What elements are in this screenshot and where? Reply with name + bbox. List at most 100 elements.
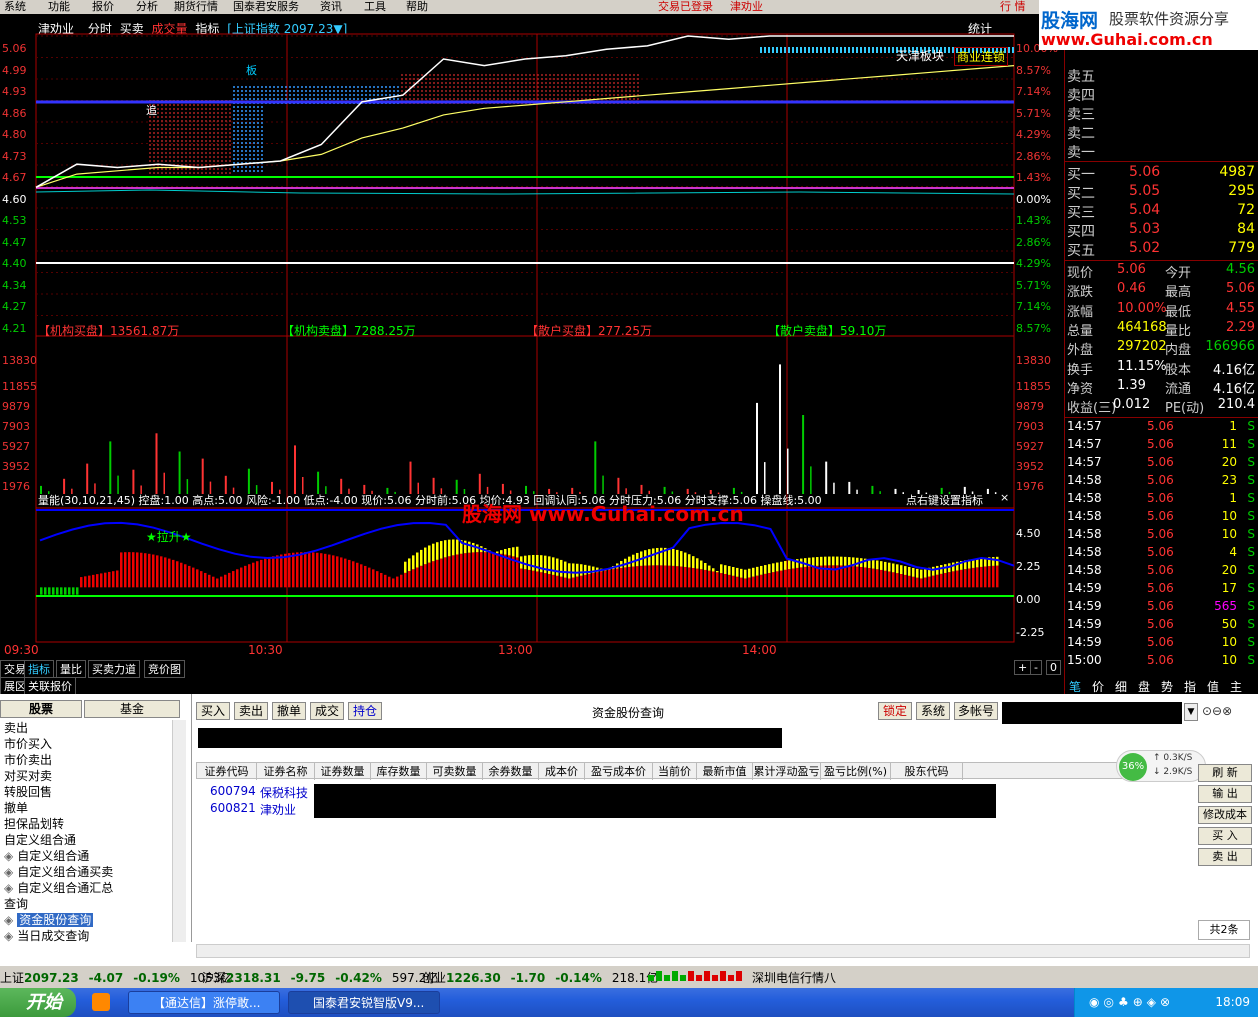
tree-scrollbar[interactable] (172, 720, 186, 942)
horizontal-scrollbar[interactable] (196, 944, 1250, 958)
tick-time: 15:00 (1067, 653, 1102, 667)
menu-news[interactable]: 资讯 (320, 0, 342, 14)
table-row[interactable]: 600794 保税科技 (196, 784, 314, 801)
tree-tab-stock[interactable]: 股票 (0, 700, 82, 718)
index-sz[interactable]: 沪深2318.31 -9.75 -0.42% 597.2亿 (202, 969, 438, 986)
tree-item[interactable]: ◈ 自定义组合通 (4, 848, 89, 864)
window-controls[interactable]: ⊙⊖⊗ (1202, 704, 1232, 718)
side-button[interactable]: 修改成本 (1198, 806, 1252, 824)
menu-quote[interactable]: 报价 (92, 0, 114, 14)
tree-item[interactable]: ◈ 自定义组合通买卖 (4, 864, 113, 880)
tree-item[interactable]: ◈ 资金股份查询 (4, 912, 94, 928)
column-header[interactable]: 最新市值 (697, 763, 753, 780)
buy-row[interactable]: 买三 5.04 72 (1067, 202, 1257, 221)
tree-item[interactable]: 对买对卖 (4, 768, 52, 784)
quote-tab[interactable]: 主 (1230, 678, 1242, 695)
zoom-in-button[interactable]: + (1014, 660, 1032, 675)
side-button[interactable]: 卖 出 (1198, 848, 1252, 866)
buy-row[interactable]: 买一 5.06 4987 (1067, 164, 1257, 183)
indicator-bar (460, 553, 463, 588)
right-button[interactable]: 多帐号 (954, 702, 998, 720)
tray-icons[interactable]: ◉◎♣⊕◈⊗ (1089, 995, 1174, 1009)
indicator-hint[interactable]: 点右键设置指标 (906, 492, 983, 508)
buy-row[interactable]: 买二 5.05 295 (1067, 183, 1257, 202)
tree-item[interactable]: 市价买入 (4, 736, 52, 752)
column-header[interactable]: 累计浮动盈亏 (753, 763, 821, 780)
btab-indicator[interactable]: 指标 (24, 660, 54, 678)
tree-item[interactable]: 担保品划转 (4, 816, 64, 832)
zoom-out-button[interactable]: - (1030, 660, 1042, 675)
menu-help[interactable]: 帮助 (406, 0, 428, 14)
btab-auction[interactable]: 竞价图 (144, 660, 185, 678)
quote-tab[interactable]: 笔 (1069, 678, 1081, 695)
quote-tab[interactable]: 势 (1161, 678, 1173, 695)
column-header[interactable]: 盈亏成本价 (585, 763, 653, 780)
toolbar-button[interactable]: 持仓 (348, 702, 382, 720)
tree-item[interactable]: 自定义组合通 (4, 832, 76, 848)
tick-time: 14:57 (1067, 419, 1102, 433)
sell-row[interactable]: 卖四 (1067, 85, 1257, 104)
right-button[interactable]: 系统 (916, 702, 950, 720)
right-button[interactable]: 锁定 (878, 702, 912, 720)
tree-item[interactable]: 卖出 (4, 720, 28, 736)
tree-item[interactable]: 转股回售 (4, 784, 52, 800)
sell-row[interactable]: 卖一 (1067, 142, 1257, 161)
tree-tab-fund[interactable]: 基金 (84, 700, 180, 718)
column-header[interactable]: 证券代码 (197, 763, 257, 780)
buy-row[interactable]: 买四 5.03 84 (1067, 221, 1257, 240)
menu-system[interactable]: 系统 (4, 0, 26, 14)
menu-function[interactable]: 功能 (48, 0, 70, 14)
column-header[interactable]: 库存数量 (371, 763, 427, 780)
quote-tab[interactable]: 价 (1092, 678, 1104, 695)
task-gtja[interactable]: 国泰君安锐智版V9... (288, 991, 440, 1014)
menu-service[interactable]: 国泰君安服务 (233, 0, 299, 14)
start-button[interactable]: 开始 (0, 988, 76, 1017)
index-sh[interactable]: 上证2097.23 -4.07 -0.19% 1053亿 (0, 969, 232, 986)
task-tdx[interactable]: 【通达信】涨停敢... (128, 991, 280, 1014)
quote-tab[interactable]: 细 (1115, 678, 1127, 695)
tree-item[interactable]: ◈ 自定义组合通汇总 (4, 880, 113, 896)
quote-tab[interactable]: 值 (1207, 678, 1219, 695)
tree-item[interactable]: 撤单 (4, 800, 28, 816)
quote-tab[interactable]: 盘 (1138, 678, 1150, 695)
sell-row[interactable]: 卖二 (1067, 123, 1257, 142)
index-cy[interactable]: 创业1226.30 -1.70 -0.14% 218.1亿 (422, 969, 658, 986)
column-header[interactable]: 可卖数量 (427, 763, 483, 780)
account-box[interactable] (1002, 702, 1182, 724)
quote-tab[interactable]: 指 (1184, 678, 1196, 695)
toolbar-button[interactable]: 撤单 (272, 702, 306, 720)
toolbar-button[interactable]: 成交 (310, 702, 344, 720)
menu-tools[interactable]: 工具 (364, 0, 386, 14)
indicator-bar (344, 558, 347, 588)
btab-related[interactable]: 关联报价 (24, 677, 76, 695)
menu-futures[interactable]: 期货行情 (174, 0, 218, 14)
column-header[interactable]: 余券数量 (483, 763, 539, 780)
column-header[interactable]: 成本价 (539, 763, 585, 780)
side-button[interactable]: 输 出 (1198, 785, 1252, 803)
buy-row[interactable]: 买五 5.02 779 (1067, 240, 1257, 259)
column-header[interactable]: 盈亏比例(%) (821, 763, 891, 780)
btab-force[interactable]: 买卖力道 (88, 660, 140, 678)
column-header[interactable]: 当前价 (653, 763, 697, 780)
account-dropdown-icon[interactable]: ▼ (1184, 703, 1198, 721)
tree-item[interactable]: 查询 (4, 896, 28, 912)
column-header[interactable]: 股东代码 (891, 763, 963, 780)
indicator-close-icon[interactable]: × (1000, 491, 1009, 504)
quicklaunch-icon[interactable] (92, 993, 110, 1011)
menu-analysis[interactable]: 分析 (136, 0, 158, 14)
btab-volratio[interactable]: 量比 (56, 660, 86, 678)
toolbar-button[interactable]: 卖出 (234, 702, 268, 720)
sell-row[interactable]: 卖三 (1067, 104, 1257, 123)
column-header[interactable]: 证券数量 (315, 763, 371, 780)
indicator-bar (768, 572, 771, 588)
side-button[interactable]: 刷 新 (1198, 764, 1252, 782)
tree-item[interactable]: ◈ 当日成交查询 (4, 928, 89, 944)
sell-row[interactable]: 卖五 (1067, 66, 1257, 85)
tree-item[interactable]: 市价卖出 (4, 752, 52, 768)
table-row[interactable]: 600821 津劝业 (196, 801, 314, 818)
column-header[interactable]: 证券名称 (257, 763, 315, 780)
side-button[interactable]: 买 入 (1198, 827, 1252, 845)
view-mode[interactable]: 行 情 (1000, 0, 1026, 14)
zoom-zero[interactable]: 0 (1046, 660, 1061, 675)
toolbar-button[interactable]: 买入 (196, 702, 230, 720)
